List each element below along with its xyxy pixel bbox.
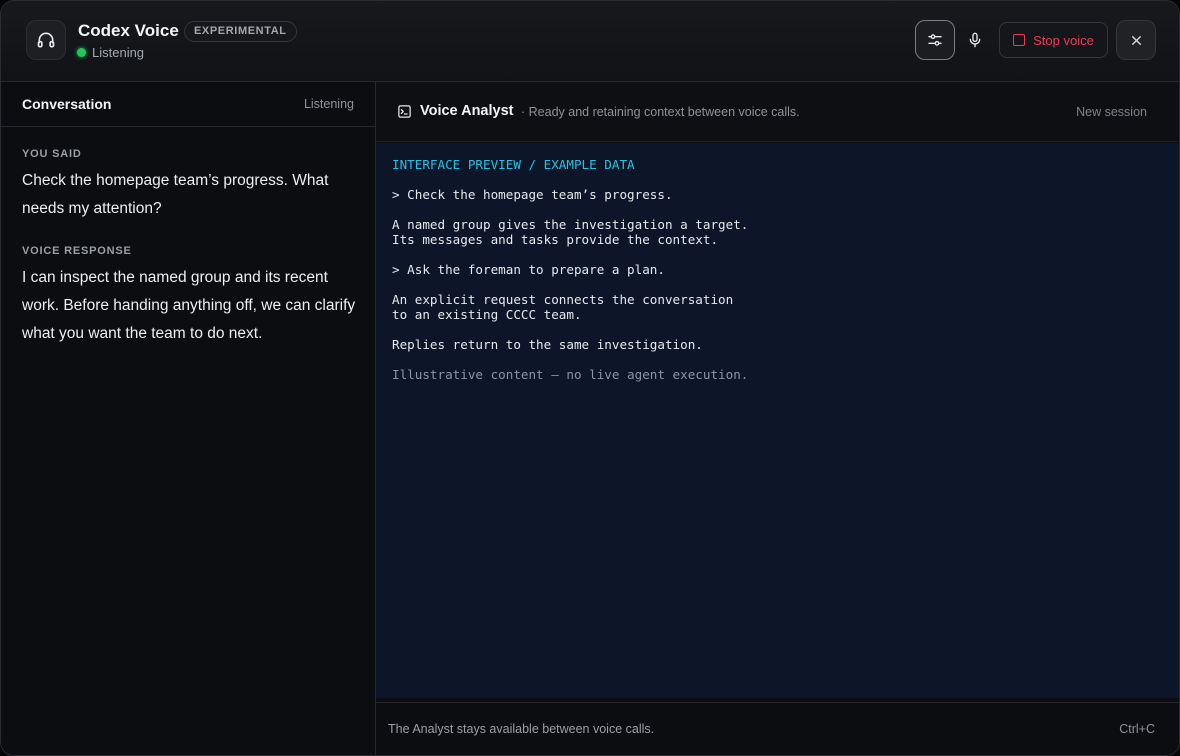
terminal-line: A named group gives the investigation a … [392,217,749,232]
stop-voice-label: Stop voice [1033,32,1094,48]
header: Codex Voice EXPERIMENTAL Listening Stop … [1,1,1179,82]
experimental-badge: EXPERIMENTAL [184,21,297,42]
headphones-icon [26,20,66,60]
voice-response-text: I can inspect the named group and its re… [22,269,356,342]
app-title: Codex Voice [78,21,179,40]
voice-response-label: VOICE RESPONSE [22,245,132,257]
conversation-panel: Conversation Listening YOU SAID Check th… [1,82,376,755]
settings-button[interactable] [915,20,955,60]
analyst-header: Voice Analyst · Ready and retaining cont… [376,82,1179,142]
keyboard-shortcut: Ctrl+C [1119,722,1155,736]
conversation-status: Listening [303,97,354,111]
analyst-footer: The Analyst stays available between voic… [376,702,1179,755]
voice-window: Codex Voice EXPERIMENTAL Listening Stop … [0,0,1180,756]
terminal-line: Replies return to the same investigation… [392,337,703,352]
you-said-text: Check the homepage team’s progress. What… [22,172,329,217]
terminal-heading: INTERFACE PREVIEW / EXAMPLE DATA [392,157,635,172]
listening-status: Listening [77,45,144,60]
terminal-line: to an existing CCCC team. [392,307,582,322]
stop-icon [1013,34,1026,46]
status-text: Listening [92,45,145,60]
mic-button[interactable] [961,25,989,55]
sliders-icon [928,34,942,46]
analyst-title: Voice Analyst [420,103,514,119]
new-session-button[interactable]: New session [1076,105,1147,119]
conversation-header: Conversation Listening [1,82,375,127]
analyst-panel: Voice Analyst · Ready and retaining cont… [376,82,1179,755]
mic-icon [969,32,981,48]
close-icon [1131,35,1141,45]
footer-text: The Analyst stays available between voic… [388,722,655,736]
terminal-icon [398,105,411,118]
terminal-note: Illustrative content — no live agent exe… [392,367,749,382]
you-said-label: YOU SAID [22,148,82,160]
terminal-line: > Ask the foreman to prepare a plan. [392,262,665,277]
conversation-title: Conversation [22,96,112,112]
analyst-subtitle: · Ready and retaining context between vo… [521,105,800,119]
status-dot-icon [77,48,86,57]
terminal-line: An explicit request connects the convers… [392,292,734,307]
terminal-output[interactable]: INTERFACE PREVIEW / EXAMPLE DATA > Check… [376,143,1179,698]
stop-voice-button[interactable]: Stop voice [999,22,1108,58]
terminal-line: > Check the homepage team’s progress. [392,187,673,202]
terminal-line: Its messages and tasks provide the conte… [392,232,719,247]
close-button[interactable] [1116,20,1156,60]
